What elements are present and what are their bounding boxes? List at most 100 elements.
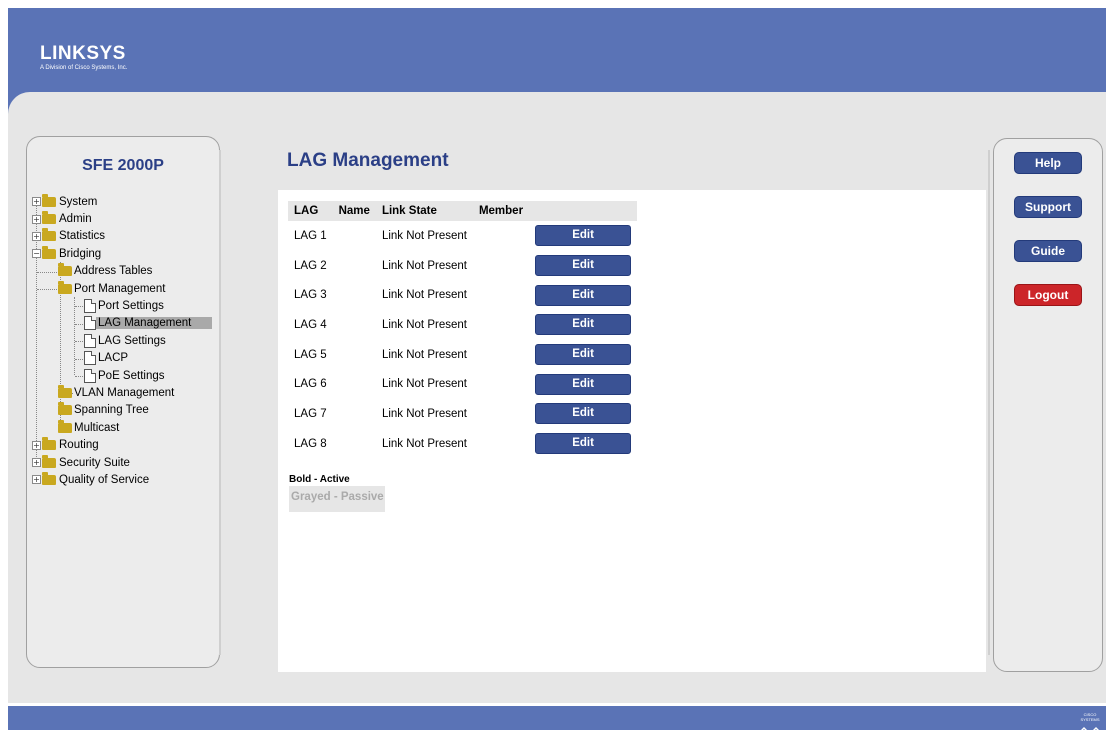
expand-plus-icon[interactable]: +: [32, 197, 41, 207]
lag-cell: LAG 8: [294, 437, 327, 450]
link-state-cell: Link Not Present: [381, 407, 467, 420]
member-cell: [473, 221, 529, 251]
page-icon: [84, 316, 96, 331]
member-cell: [473, 251, 529, 281]
nav-item-poe-settings[interactable]: PoE Settings: [27, 367, 219, 384]
nav-item-lag-management[interactable]: LAG Management: [27, 315, 219, 332]
nav-label: LAG Management: [96, 317, 212, 330]
nav-label: Multicast: [74, 421, 120, 434]
nav-item-address-tables[interactable]: Address Tables: [27, 263, 219, 280]
nav-item-admin[interactable]: + Admin: [27, 210, 219, 227]
nav-item-lag-settings[interactable]: LAG Settings: [27, 332, 219, 349]
nav-item-vlan-management[interactable]: VLAN Management: [27, 384, 219, 401]
expand-plus-icon[interactable]: +: [32, 231, 41, 241]
tree-line: [37, 271, 57, 273]
help-button[interactable]: Help: [1014, 152, 1082, 174]
column-header-lag: LAG: [288, 201, 333, 221]
nav-item-lacp[interactable]: LACP: [27, 350, 219, 367]
nav-label: VLAN Management: [74, 386, 175, 399]
folder-icon: [58, 263, 72, 277]
page-title: LAG Management: [287, 150, 449, 171]
nav-label: Address Tables: [74, 265, 153, 278]
edit-button[interactable]: Edit: [535, 403, 632, 425]
nav-item-multicast[interactable]: Multicast: [27, 419, 219, 436]
nav-item-routing[interactable]: + Routing: [27, 436, 219, 453]
cisco-logo: CISCO SYSTEMS: [1076, 712, 1104, 736]
table-row: LAG 8 Link Not Present Edit: [288, 429, 637, 459]
page-icon: [84, 351, 96, 366]
member-cell: [473, 280, 529, 310]
folder-icon: [58, 402, 72, 416]
nav-item-security-suite[interactable]: + Security Suite: [27, 454, 219, 471]
lag-cell: LAG 6: [294, 378, 327, 391]
linksys-logo: LINKSYS A Division of Cisco Systems, Inc…: [40, 44, 127, 72]
nav-label: LACP: [98, 352, 129, 365]
nav-item-statistics[interactable]: + Statistics: [27, 228, 219, 245]
nav-label: LAG Settings: [98, 334, 166, 347]
nav-label: Port Settings: [98, 300, 164, 313]
link-state-cell: Link Not Present: [381, 437, 467, 450]
footer-band: [8, 706, 1106, 730]
member-cell: [473, 340, 529, 370]
edit-button[interactable]: Edit: [535, 255, 632, 277]
expand-plus-icon[interactable]: +: [32, 475, 41, 485]
support-button[interactable]: Support: [1014, 196, 1082, 218]
column-header-link-state: Link State: [375, 201, 473, 221]
nav-label: System: [59, 195, 98, 208]
name-cell: [333, 221, 376, 251]
nav-item-port-management[interactable]: Port Management: [27, 280, 219, 297]
guide-button[interactable]: Guide: [1014, 240, 1082, 262]
nav-item-system[interactable]: + System: [27, 193, 219, 210]
nav-label: Routing: [59, 439, 99, 452]
lag-cell: LAG 4: [294, 318, 327, 331]
table-row: LAG 1 Link Not Present Edit: [288, 221, 637, 251]
name-cell: [333, 251, 376, 281]
action-cell: Edit: [529, 399, 637, 429]
name-cell: [333, 340, 376, 370]
edit-button[interactable]: Edit: [535, 314, 632, 336]
side-panel: Help Support Guide Logout: [993, 138, 1103, 672]
table-row: LAG 2 Link Not Present Edit: [288, 251, 637, 281]
table-row: LAG 6 Link Not Present Edit: [288, 369, 637, 399]
edit-button[interactable]: Edit: [535, 373, 632, 395]
nav-item-bridging[interactable]: − Bridging: [27, 245, 219, 262]
legend-passive: Grayed - Passive: [289, 486, 385, 512]
table-row: LAG 3 Link Not Present Edit: [288, 280, 637, 310]
nav-item-spanning-tree[interactable]: Spanning Tree: [27, 402, 219, 419]
link-state-cell: Link Not Present: [381, 229, 467, 242]
open-folder-icon: [42, 245, 56, 259]
table-row: LAG 7 Link Not Present Edit: [288, 399, 637, 429]
action-cell: Edit: [529, 340, 637, 370]
name-cell: [333, 399, 376, 429]
nav-label: Statistics: [59, 230, 106, 243]
nav-label: Security Suite: [59, 456, 130, 469]
column-header-member: Member: [472, 201, 530, 221]
folder-icon: [42, 228, 56, 242]
page-icon: [84, 333, 96, 348]
nav-item-quality-of-service[interactable]: + Quality of Service: [27, 471, 219, 488]
edit-button[interactable]: Edit: [535, 433, 632, 455]
tree-line: [37, 288, 57, 290]
open-folder-icon: [58, 280, 72, 294]
folder-icon: [42, 454, 56, 468]
device-name: SFE 2000P: [82, 157, 164, 174]
edit-button[interactable]: Edit: [535, 344, 632, 366]
logout-button[interactable]: Logout: [1014, 284, 1082, 306]
nav-label: Admin: [59, 213, 92, 226]
member-cell: [473, 310, 529, 340]
expand-plus-icon[interactable]: +: [32, 458, 41, 468]
link-state-cell: Link Not Present: [381, 259, 467, 272]
edit-button[interactable]: Edit: [535, 284, 632, 306]
member-cell: [473, 429, 529, 459]
member-cell: [473, 369, 529, 399]
name-cell: [333, 369, 376, 399]
member-cell: [473, 399, 529, 429]
nav-item-port-settings[interactable]: Port Settings: [27, 297, 219, 314]
navigation-tree: + System + Admin + Statistics − Bridging…: [27, 193, 219, 489]
expand-plus-icon[interactable]: +: [32, 214, 41, 224]
edit-button[interactable]: Edit: [535, 225, 632, 247]
expand-plus-icon[interactable]: +: [32, 440, 41, 450]
cisco-bridge-icon: [1077, 726, 1103, 736]
collapse-minus-icon[interactable]: −: [32, 249, 41, 259]
link-state-cell: Link Not Present: [381, 318, 467, 331]
